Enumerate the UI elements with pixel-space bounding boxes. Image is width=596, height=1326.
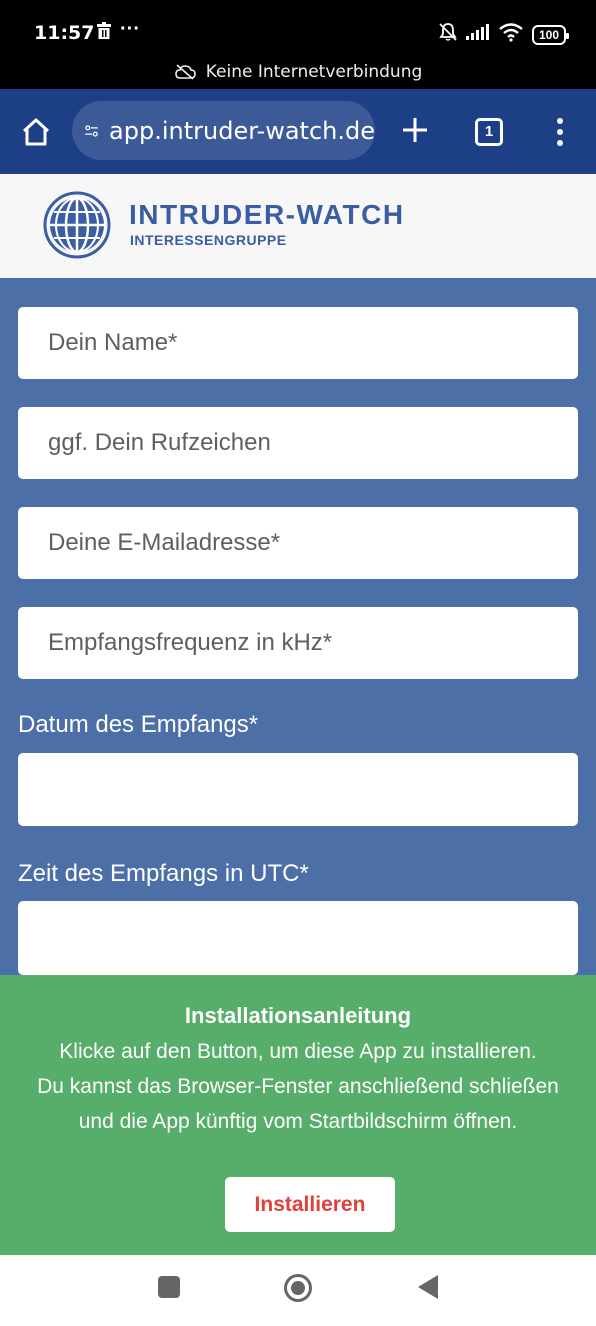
install-button[interactable]: Installieren [225, 1177, 395, 1232]
install-panel: Installationsanleitung Klicke auf den Bu… [0, 975, 596, 1255]
time-field[interactable] [18, 901, 578, 975]
signal-icon [465, 24, 490, 45]
back-icon[interactable] [416, 1274, 440, 1300]
trash-icon [96, 22, 112, 45]
install-title: Installationsanleitung [184, 1003, 412, 1028]
install-text-line: und die App künftig vom Startbildschirm … [78, 1110, 518, 1133]
time-label: Zeit des Empfangs in UTC* [18, 860, 309, 887]
email-field[interactable] [18, 507, 578, 579]
callsign-field[interactable] [18, 407, 578, 479]
home-icon[interactable] [20, 116, 52, 148]
logo-subtitle: INTERESSENGRUPPE [130, 232, 287, 248]
overflow-menu-icon[interactable] [550, 117, 570, 147]
site-header: INTRUDER-WATCH INTERESSENGRUPPE [0, 174, 596, 278]
home-circle-icon[interactable] [283, 1273, 313, 1303]
install-text-line: Du kannst das Browser-Fenster anschließe… [37, 1075, 559, 1098]
recents-icon[interactable] [158, 1276, 180, 1298]
globe-logo-icon [43, 191, 111, 259]
status-bar: 11:57 ··· 100 Keine Internetverbindung [0, 0, 596, 89]
date-field[interactable] [18, 753, 578, 826]
bell-off-icon [438, 22, 458, 47]
url-text: app.intruder-watch.de [109, 116, 375, 145]
date-label: Datum des Empfangs* [18, 711, 259, 738]
install-text-line: Klicke auf den Button, um diese App zu i… [59, 1040, 537, 1063]
name-field[interactable] [18, 307, 578, 379]
new-tab-icon[interactable] [398, 113, 432, 147]
address-bar[interactable]: app.intruder-watch.de [72, 101, 375, 160]
battery-icon: 100 [531, 24, 570, 45]
logo-title: INTRUDER-WATCH [129, 199, 405, 230]
browser-toolbar: app.intruder-watch.de 1 [0, 89, 596, 174]
site-settings-icon[interactable] [84, 119, 99, 143]
frequency-field[interactable] [18, 607, 578, 679]
offline-text: Keine Internetverbindung [205, 62, 423, 82]
tab-switcher-button[interactable]: 1 [475, 118, 503, 146]
offline-banner: Keine Internetverbindung [0, 62, 596, 82]
cloud-off-icon [174, 64, 196, 80]
status-icons: 100 [438, 22, 570, 47]
wifi-icon [498, 22, 524, 47]
status-time: 11:57 [34, 22, 95, 44]
report-form: Datum des Empfangs* Zeit des Empfangs in… [0, 278, 596, 975]
more-notifications-icon: ··· [120, 18, 140, 40]
system-nav-bar [0, 1255, 596, 1326]
